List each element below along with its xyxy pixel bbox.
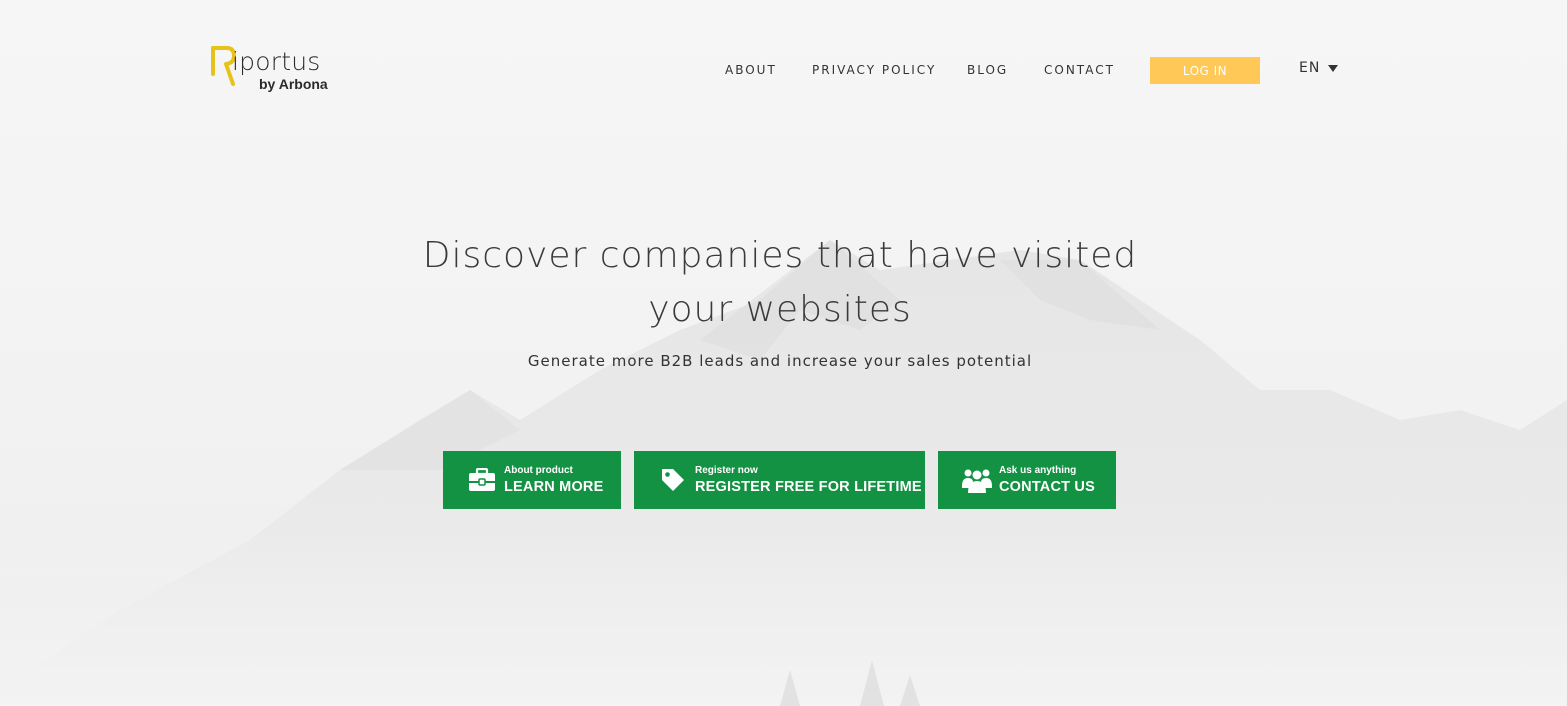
contact-us-text: Ask us anything CONTACT US: [999, 464, 1095, 495]
nav-privacy-policy[interactable]: PRIVACY POLICY: [812, 63, 936, 77]
logo-wordmark: iportus: [232, 47, 321, 76]
hero-subtitle: Generate more B2B leads and increase you…: [527, 352, 1033, 370]
contact-us-button[interactable]: Ask us anything CONTACT US: [938, 451, 1116, 509]
login-button[interactable]: LOG IN: [1150, 57, 1260, 84]
nav-contact[interactable]: CONTACT: [1044, 63, 1115, 77]
brand-logo[interactable]: iportus by Arbona: [210, 44, 335, 94]
hero-title: Discover companies that have visited you…: [422, 235, 1138, 330]
language-label: EN: [1299, 60, 1321, 76]
logo-byline: by Arbona: [259, 76, 328, 92]
learn-more-text: About product LEARN MORE: [504, 464, 604, 495]
contact-us-label: CONTACT US: [999, 478, 1095, 495]
contact-us-caption: Ask us anything: [999, 464, 1077, 476]
landing-page: iportus by Arbona ABOUT PRIVACY POLICY B…: [0, 0, 1567, 706]
briefcase-icon: [467, 465, 497, 495]
users-icon: [962, 465, 992, 495]
learn-more-caption: About product: [504, 464, 573, 476]
tag-icon: [658, 465, 688, 495]
register-free-button[interactable]: Register now REGISTER FREE FOR LIFETIME: [634, 451, 925, 509]
nav-blog[interactable]: BLOG: [967, 63, 1008, 77]
caret-down-icon: [1328, 64, 1339, 72]
register-free-label: REGISTER FREE FOR LIFETIME: [695, 478, 922, 495]
register-free-caption: Register now: [695, 464, 758, 476]
register-free-text: Register now REGISTER FREE FOR LIFETIME: [695, 464, 922, 495]
nav-about[interactable]: ABOUT: [725, 63, 777, 77]
language-selector[interactable]: EN: [1299, 60, 1339, 76]
learn-more-label: LEARN MORE: [504, 478, 604, 495]
learn-more-button[interactable]: About product LEARN MORE: [443, 451, 621, 509]
